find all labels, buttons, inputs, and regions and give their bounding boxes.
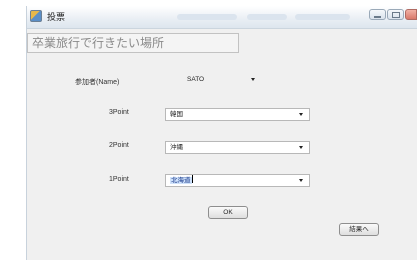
title-bar-gradient [295,14,350,20]
title-bar-gradient [177,14,237,20]
minimize-button[interactable] [369,9,386,20]
main-window: 投票 卒業旅行で行きたい場所 参加者(Name) SATO 3Point 韓国 … [26,6,417,260]
participant-select[interactable]: SATO [187,74,255,85]
point2-select[interactable]: 沖縄 [165,141,310,154]
point2-label: 2Point [109,142,129,149]
point2-value: 沖縄 [170,144,183,151]
ok-button[interactable]: OK [208,206,248,219]
text-caret [191,175,193,183]
point1-value: 北海道 [170,177,192,184]
page-heading: 卒業旅行で行きたい場所 [27,33,239,53]
app-icon [30,10,42,22]
maximize-button[interactable] [387,9,404,20]
point3-value: 韓国 [170,111,183,118]
title-bar: 投票 [27,6,417,29]
point1-label: 1Point [109,176,129,183]
chevron-down-icon [299,113,303,116]
close-button[interactable] [405,9,417,20]
point1-select[interactable]: 北海道 [165,174,310,187]
chevron-down-icon [251,78,255,81]
result-button[interactable]: 結果へ [339,223,379,236]
window-title: 投票 [47,12,66,22]
title-bar-gradient [247,14,287,20]
participant-value: SATO [187,76,205,83]
chevron-down-icon [299,146,303,149]
point3-select[interactable]: 韓国 [165,108,310,121]
participant-label: 参加者(Name) [75,79,120,86]
point3-label: 3Point [109,109,129,116]
chevron-down-icon [299,179,303,182]
